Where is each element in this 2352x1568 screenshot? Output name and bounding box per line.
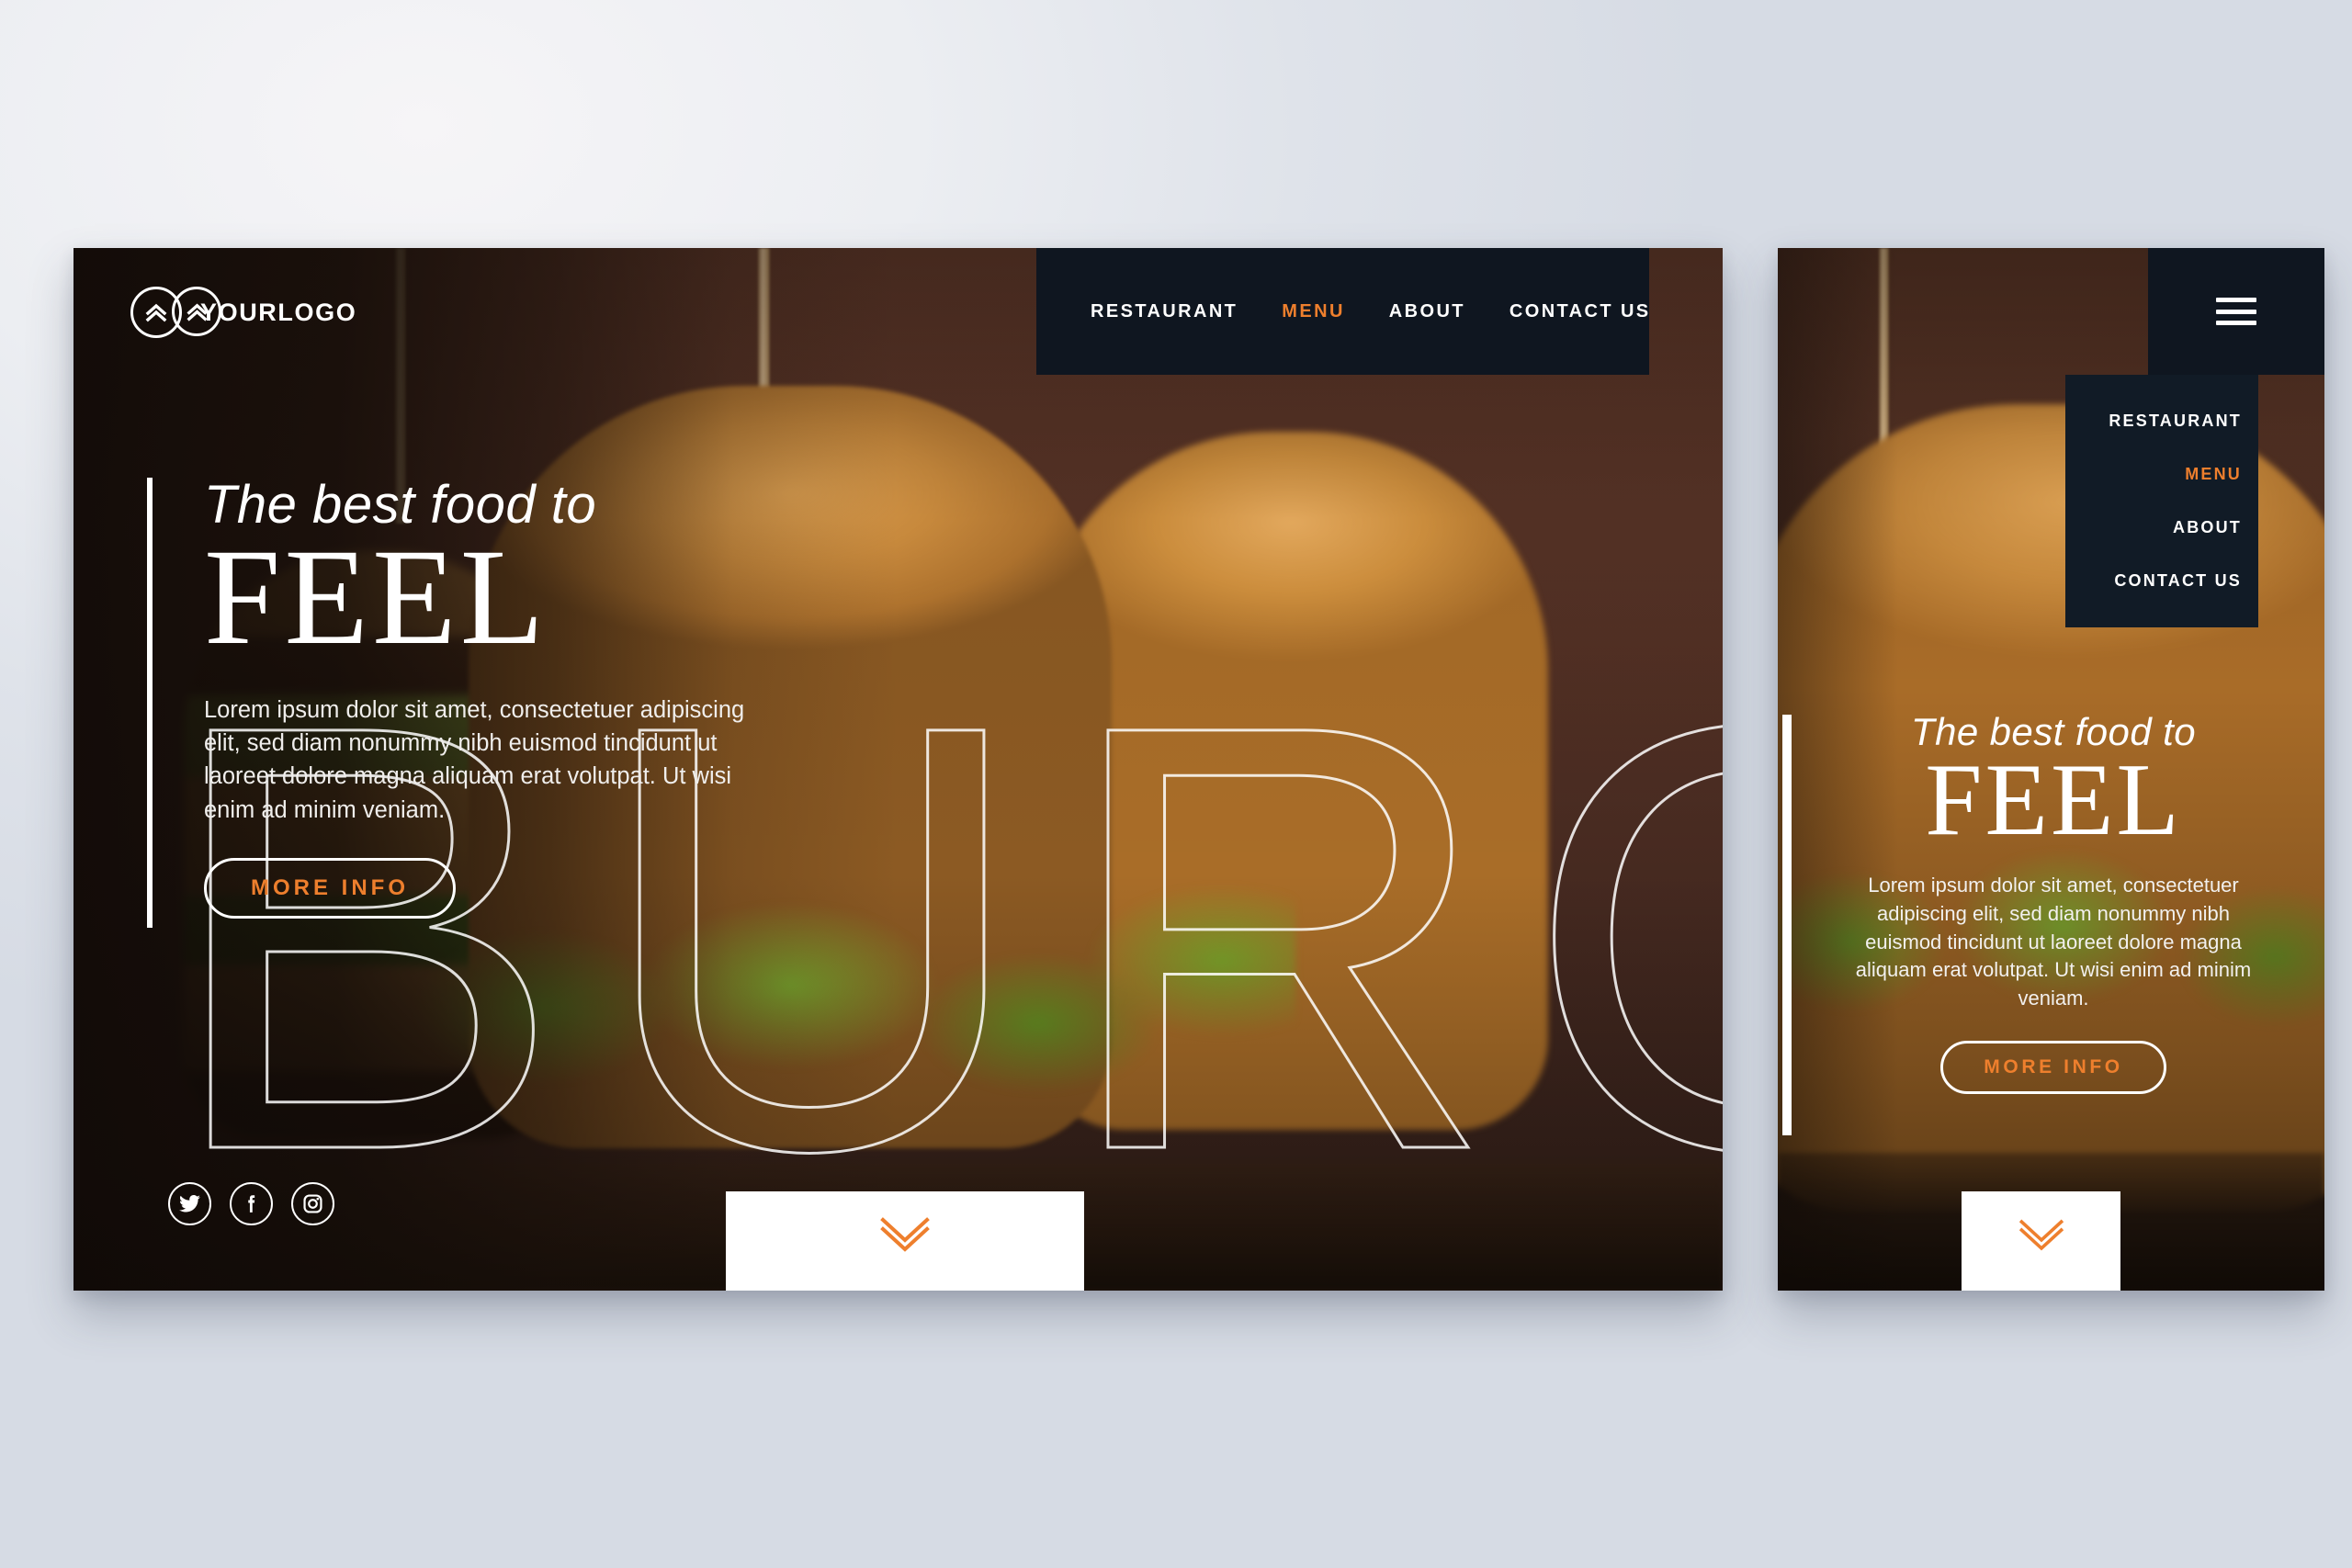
mobile-nav-item-restaurant[interactable]: RESTAURANT [2109, 412, 2242, 431]
hamburger-bar [2216, 309, 2256, 314]
mobile-nav-item-contact-us[interactable]: CONTACT US [2114, 571, 2242, 591]
hero-description: Lorem ipsum dolor sit amet, consectetuer… [204, 696, 745, 823]
instagram-icon[interactable] [291, 1182, 334, 1225]
nav-item-about[interactable]: ABOUT [1367, 301, 1487, 322]
twitter-icon[interactable] [168, 1182, 211, 1225]
double-chevron-up-circle-icon [172, 287, 221, 336]
nav-item-contact-us[interactable]: CONTACT US [1487, 301, 1673, 322]
double-chevron-down-icon [2008, 1218, 2075, 1265]
social-links [168, 1182, 334, 1225]
more-info-button[interactable]: MORE INFO [204, 857, 456, 919]
desktop-navigation-bar: RESTAURANT MENU ABOUT CONTACT US [1036, 248, 1649, 375]
nav-item-menu[interactable]: MENU [1260, 301, 1367, 322]
mobile-hero-title: FEEL [1925, 743, 2182, 858]
mobile-nav-item-about[interactable]: ABOUT [2173, 518, 2242, 537]
facebook-icon[interactable] [230, 1182, 273, 1225]
mobile-nav-item-menu[interactable]: MENU [2185, 465, 2242, 484]
mobile-hero-description: Lorem ipsum dolor sit amet, consectetuer… [1855, 874, 2252, 1010]
desktop-hero-content: The best food to FEEL Lorem ipsum dolor … [147, 477, 744, 928]
hamburger-bar [2216, 321, 2256, 325]
mobile-scroll-down-button[interactable] [1962, 1191, 2120, 1291]
mobile-navigation-bar [2148, 248, 2324, 375]
hamburger-bar [2216, 298, 2256, 302]
hero-accent-bar [147, 478, 153, 928]
hamburger-menu-icon[interactable] [2216, 298, 2256, 325]
mobile-logo[interactable] [172, 287, 221, 336]
scroll-down-button[interactable] [726, 1191, 1084, 1291]
mobile-more-info-button[interactable]: MORE INFO [1940, 1041, 2166, 1095]
mobile-dropdown-menu: RESTAURANT MENU ABOUT CONTACT US [2065, 375, 2258, 627]
logo[interactable]: YOURLOGO [130, 287, 356, 338]
double-chevron-down-icon [868, 1216, 942, 1267]
hero-title: FEEL [204, 520, 548, 673]
nav-item-restaurant[interactable]: RESTAURANT [1069, 301, 1260, 322]
mobile-hero-content: The best food to FEEL Lorem ipsum dolor … [1796, 711, 2311, 1095]
logo-text: YOURLOGO [200, 298, 357, 326]
mobile-hero-accent-bar [1782, 715, 1792, 1135]
